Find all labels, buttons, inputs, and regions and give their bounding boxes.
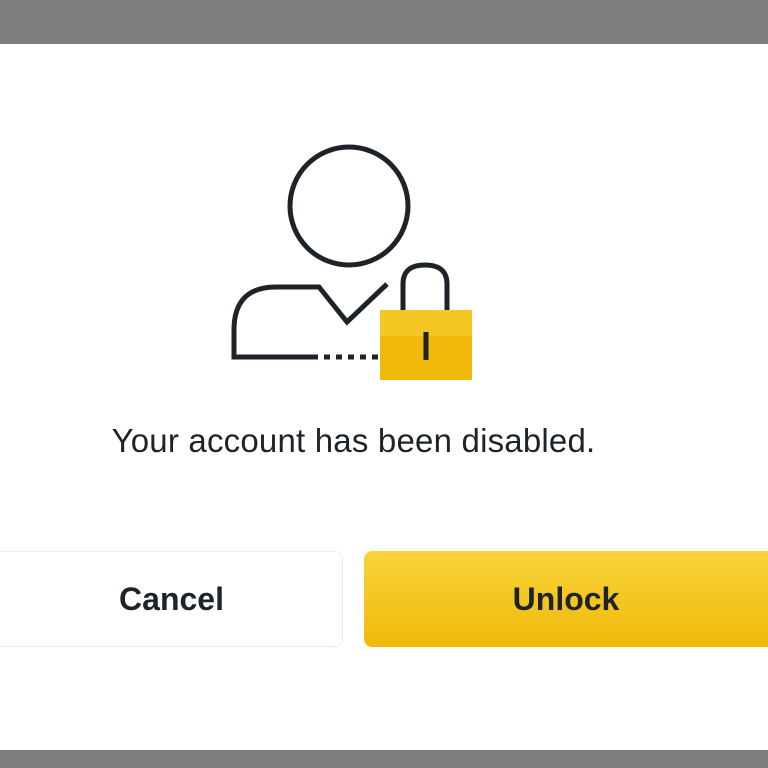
cancel-button[interactable]: Cancel xyxy=(0,551,343,647)
modal-backdrop-bottom xyxy=(0,750,768,768)
unlock-button-label: Unlock xyxy=(512,580,620,617)
account-disabled-dialog: Your account has been disabled. Cancel U… xyxy=(0,44,768,750)
account-disabled-message: Your account has been disabled. xyxy=(111,422,596,459)
unlock-button[interactable]: Unlock xyxy=(364,551,768,647)
user-locked-icon xyxy=(228,144,478,384)
modal-backdrop-top xyxy=(0,0,768,44)
cancel-button-label: Cancel xyxy=(119,580,224,617)
